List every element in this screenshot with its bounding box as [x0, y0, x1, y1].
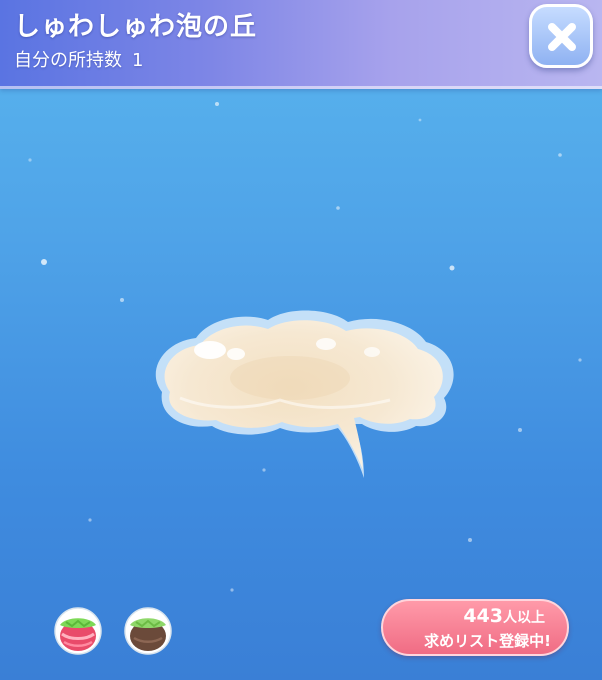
request-list-badge[interactable]: 443人以上 求めリスト登録中! [381, 599, 569, 656]
close-icon [548, 23, 576, 51]
owned-count-row: 自分の所持数 1 [14, 46, 143, 72]
owned-count: 1 [132, 50, 144, 71]
header-bar: しゅわしゅわ泡の丘 自分の所持数 1 [0, 0, 602, 89]
request-count-line: 443人以上 [463, 605, 545, 627]
request-count: 443 [463, 605, 503, 627]
request-message: 求めリスト登録中! [424, 632, 551, 650]
strawberry-fruit-icon[interactable] [52, 604, 104, 656]
close-button[interactable] [529, 4, 593, 68]
chocolate-fruit-icon[interactable] [122, 604, 174, 656]
item-title: しゅわしゅわ泡の丘 [14, 12, 258, 42]
item-detail-screen: しゅわしゅわ泡の丘 自分の所持数 1 443人以上 求めリスト登録中! [0, 0, 602, 680]
request-count-suffix: 人以上 [503, 610, 545, 626]
owned-label: 自分の所持数 [14, 50, 122, 71]
cloud-item-image [140, 300, 470, 494]
fruit-icon-row [52, 604, 192, 658]
